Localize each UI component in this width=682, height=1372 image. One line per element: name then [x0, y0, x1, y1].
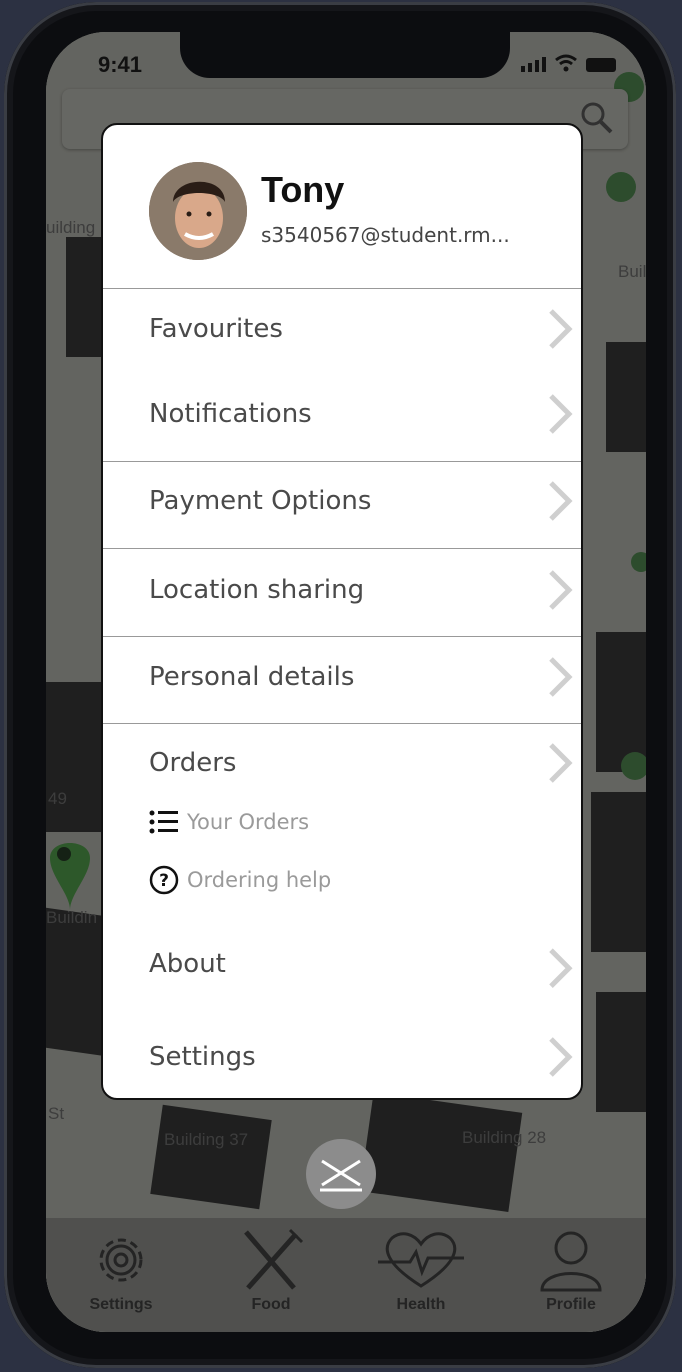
menu-item-notifications[interactable]: Notifications	[103, 371, 581, 457]
status-time: 9:41	[98, 52, 143, 77]
menu-item-location-sharing[interactable]: Location sharing	[103, 547, 581, 633]
menu-item-payment-options[interactable]: Payment Options	[103, 458, 581, 544]
menu-item-favourites[interactable]: Favourites	[103, 286, 581, 372]
svg-text:?: ?	[159, 871, 169, 891]
chevron-right-icon	[549, 1037, 573, 1077]
signal-icon	[521, 57, 546, 72]
profile-menu: Tony s3540567@student.rm... Favourites N…	[101, 123, 583, 1100]
chevron-right-icon	[549, 309, 573, 349]
menu-item-label: Personal details	[149, 662, 355, 692]
submenu-ordering-help[interactable]: ? Ordering help	[149, 865, 331, 895]
menu-item-settings[interactable]: Settings	[103, 1014, 581, 1098]
chevron-right-icon	[549, 481, 573, 521]
menu-item-label: Orders	[149, 748, 237, 778]
menu-item-label: Favourites	[149, 314, 283, 344]
chevron-right-icon	[549, 394, 573, 434]
menu-item-personal-details[interactable]: Personal details	[103, 634, 581, 720]
wifi-icon	[555, 54, 577, 72]
close-icon	[320, 1159, 362, 1192]
submenu-your-orders[interactable]: Your Orders	[149, 809, 309, 835]
chevron-right-icon	[549, 743, 573, 783]
help-circle-icon: ?	[149, 865, 179, 895]
battery-icon	[586, 58, 616, 72]
list-icon	[149, 810, 178, 834]
close-menu-button[interactable]	[306, 1139, 376, 1209]
menu-item-label: Settings	[149, 1042, 256, 1072]
profile-name: Tony	[261, 169, 345, 210]
status-icons	[521, 54, 616, 72]
avatar[interactable]	[149, 162, 247, 260]
menu-item-about[interactable]: About	[103, 921, 581, 1007]
profile-email: s3540567@student.rm...	[261, 223, 510, 247]
menu-item-label: Notifications	[149, 399, 312, 429]
menu-item-label: Payment Options	[149, 486, 372, 516]
submenu-label: Your Orders	[187, 810, 310, 834]
chevron-right-icon	[549, 570, 573, 610]
notch	[180, 32, 510, 78]
menu-item-orders[interactable]: Orders	[103, 720, 581, 806]
chevron-right-icon	[549, 948, 573, 988]
menu-item-label: Location sharing	[149, 575, 365, 605]
submenu-label: Ordering help	[187, 868, 332, 892]
avatar-photo	[149, 162, 247, 260]
chevron-right-icon	[549, 657, 573, 697]
profile-header[interactable]: Tony s3540567@student.rm...	[103, 125, 581, 289]
menu-item-label: About	[149, 949, 226, 979]
